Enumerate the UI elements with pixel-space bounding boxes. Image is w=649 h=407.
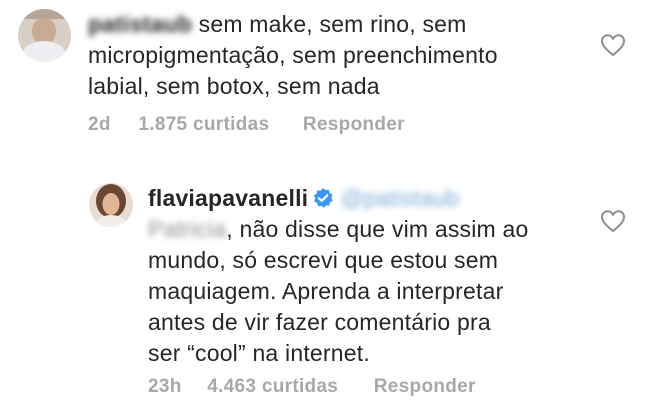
comment-text-line: micropigmentação, sem preenchimento — [88, 42, 498, 68]
comment-likes[interactable]: 1.875 curtidas — [138, 114, 269, 136]
comment-username[interactable]: flaviapavanelli — [148, 185, 308, 211]
comment-meta: 2d 1.875 curtidas Responder — [88, 114, 405, 136]
comment-time[interactable]: 2d — [88, 114, 111, 136]
heart-outline-icon[interactable] — [600, 33, 626, 57]
comment-meta: 23h 4.463 curtidas Responder — [148, 376, 476, 398]
comment-text: patistaub sem make, sem rino, sem microp… — [88, 9, 608, 102]
comment-text-line: antes de vir fazer comentário pra — [148, 309, 491, 335]
heart-outline-icon[interactable] — [600, 209, 626, 233]
comment-text-line: , não disse que vim assim ao — [226, 216, 529, 242]
comment-text-line: mundo, só escrevi que estou sem — [148, 247, 499, 273]
comment-text-line: sem make, sem rino, sem — [198, 11, 467, 37]
comment-username[interactable]: patistaub — [88, 9, 192, 40]
comment-text-line: labial, sem botox, sem nada — [88, 73, 380, 99]
mention-link[interactable]: @patistaub — [340, 183, 459, 214]
reply-button[interactable]: Responder — [374, 376, 476, 398]
comment-text-line: maquiagem. Aprenda a interpretar — [148, 278, 504, 304]
comments-thread: patistaub sem make, sem rino, sem microp… — [0, 0, 649, 407]
mention-name: Patricia — [148, 216, 227, 242]
reply-button[interactable]: Responder — [303, 114, 405, 136]
comment-text: flaviapavanelli @patistaub Patricia, não… — [148, 183, 618, 369]
avatar[interactable] — [18, 9, 71, 62]
comment-time[interactable]: 23h — [148, 376, 182, 398]
verified-badge-icon — [312, 186, 334, 208]
comment-likes[interactable]: 4.463 curtidas — [207, 376, 338, 398]
comment-text-line: ser “cool” na internet. — [148, 340, 370, 366]
avatar[interactable] — [89, 183, 133, 227]
